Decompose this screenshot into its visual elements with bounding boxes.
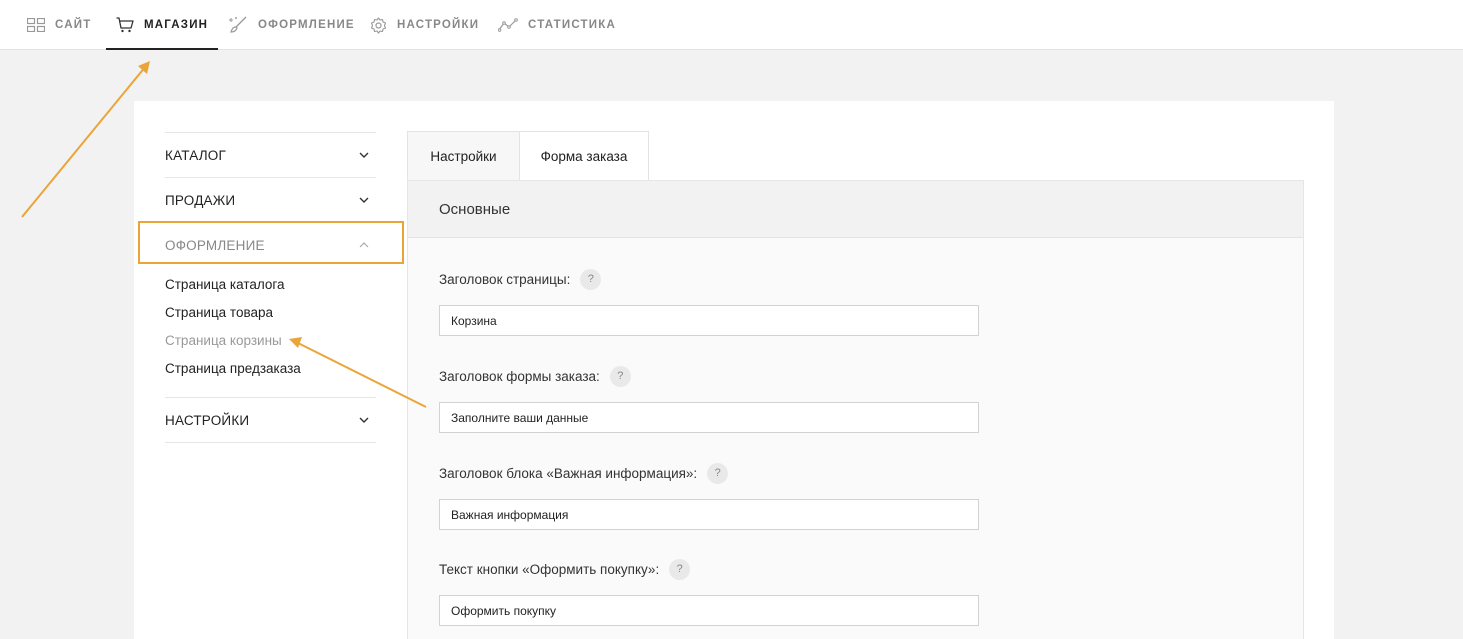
nav-shop-label: МАГАЗИН bbox=[144, 19, 209, 31]
sidebar-section-label: ОФОРМЛЕНИЕ bbox=[165, 237, 265, 253]
field-page-title: Заголовок страницы: ? bbox=[439, 268, 979, 336]
sidebar-section-design[interactable]: ОФОРМЛЕНИЕ bbox=[165, 222, 376, 267]
sidebar-menu: КАТАЛОГ ПРОДАЖИ ОФОРМЛЕНИЕ Страница ката… bbox=[165, 132, 376, 443]
help-icon[interactable]: ? bbox=[609, 365, 631, 387]
brush-icon bbox=[229, 16, 247, 33]
cart-icon bbox=[116, 17, 134, 33]
help-icon[interactable]: ? bbox=[707, 462, 729, 484]
field-label: Заголовок страницы: bbox=[439, 271, 571, 287]
nav-statistics-label: СТАТИСТИКА bbox=[528, 19, 616, 31]
page-title-input[interactable] bbox=[439, 305, 979, 336]
nav-design[interactable]: ОФОРМЛЕНИЕ bbox=[228, 0, 355, 50]
gear-icon bbox=[370, 16, 387, 34]
tab-bar: Настройки Форма заказа bbox=[407, 131, 649, 181]
nav-statistics[interactable]: СТАТИСТИКА bbox=[498, 0, 616, 50]
sidebar-section-sales[interactable]: ПРОДАЖИ bbox=[165, 177, 376, 222]
chevron-down-icon bbox=[359, 417, 369, 423]
tab-order-form[interactable]: Форма заказа bbox=[520, 131, 649, 181]
tab-settings[interactable]: Настройки bbox=[407, 131, 520, 181]
nav-settings-label: НАСТРОЙКИ bbox=[397, 19, 480, 31]
nav-settings[interactable]: НАСТРОЙКИ bbox=[370, 0, 479, 50]
sidebar-section-settings[interactable]: НАСТРОЙКИ bbox=[165, 397, 376, 442]
field-order-form-title: Заголовок формы заказа: ? bbox=[439, 365, 979, 433]
field-checkout-button-text: Текст кнопки «Оформить покупку»: ? bbox=[439, 558, 979, 626]
help-icon[interactable]: ? bbox=[580, 268, 602, 290]
sidebar-divider bbox=[165, 442, 376, 443]
important-info-title-input[interactable] bbox=[439, 499, 979, 530]
grid-icon bbox=[27, 18, 45, 32]
sidebar-submenu-design: Страница каталога Страница товара Страни… bbox=[165, 267, 376, 397]
field-label-row: Заголовок формы заказа: ? bbox=[439, 365, 979, 387]
stats-icon bbox=[498, 18, 518, 32]
nav-design-label: ОФОРМЛЕНИЕ bbox=[258, 19, 355, 31]
sidebar-section-label: НАСТРОЙКИ bbox=[165, 412, 250, 428]
sidebar-item-cart-page[interactable]: Страница корзины bbox=[165, 327, 376, 355]
nav-shop[interactable]: МАГАЗИН bbox=[105, 0, 219, 50]
field-label: Заголовок формы заказа: bbox=[439, 368, 600, 384]
nav-site[interactable]: САЙТ bbox=[27, 0, 91, 50]
field-label-row: Заголовок блока «Важная информация»: ? bbox=[439, 462, 979, 484]
nav-site-label: САЙТ bbox=[55, 19, 92, 31]
order-form-title-input[interactable] bbox=[439, 402, 979, 433]
sidebar-item-preorder-page[interactable]: Страница предзаказа bbox=[165, 355, 376, 383]
chevron-up-icon bbox=[359, 242, 369, 248]
sidebar-item-catalog-page[interactable]: Страница каталога bbox=[165, 271, 376, 299]
arrow-to-shop-tab bbox=[21, 61, 150, 218]
field-label: Заголовок блока «Важная информация»: bbox=[439, 465, 698, 481]
settings-panel: Основные Заголовок страницы: ? Заголовок… bbox=[407, 180, 1304, 639]
sidebar-section-label: КАТАЛОГ bbox=[165, 147, 226, 163]
field-label-row: Заголовок страницы: ? bbox=[439, 268, 979, 290]
top-navigation: САЙТ МАГАЗИН ОФОРМЛЕНИЕ НАСТРОЙКИ СТАТИС… bbox=[0, 0, 1463, 50]
chevron-down-icon bbox=[359, 152, 369, 158]
sidebar-item-product-page[interactable]: Страница товара bbox=[165, 299, 376, 327]
field-label-row: Текст кнопки «Оформить покупку»: ? bbox=[439, 558, 979, 580]
chevron-down-icon bbox=[359, 197, 369, 203]
checkout-button-text-input[interactable] bbox=[439, 595, 979, 626]
field-label: Текст кнопки «Оформить покупку»: bbox=[439, 561, 660, 577]
panel-title: Основные bbox=[408, 181, 1303, 238]
sidebar-section-label: ПРОДАЖИ bbox=[165, 192, 236, 208]
help-icon[interactable]: ? bbox=[669, 558, 691, 580]
sidebar-section-catalog[interactable]: КАТАЛОГ bbox=[165, 132, 376, 177]
field-important-info-title: Заголовок блока «Важная информация»: ? bbox=[439, 462, 979, 530]
